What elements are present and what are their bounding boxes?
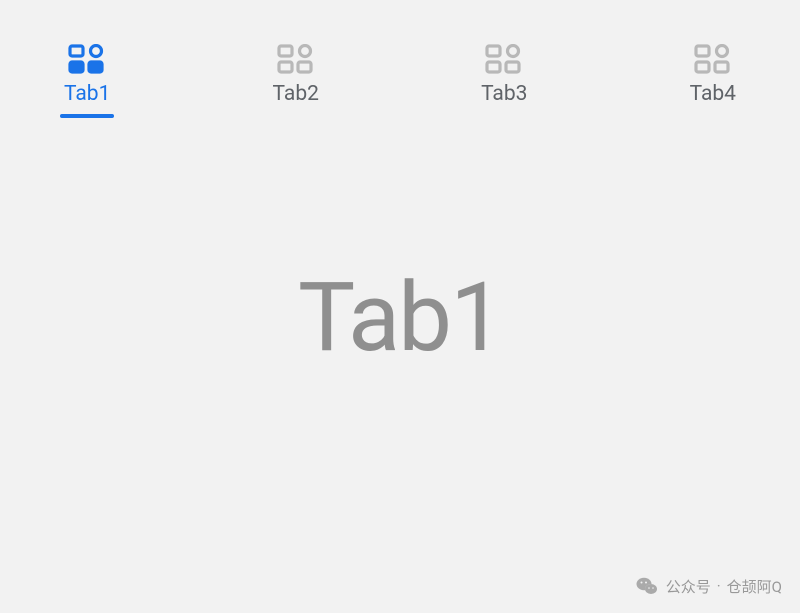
- tab-label: Tab1: [64, 82, 110, 106]
- tab-content-title: Tab1: [298, 262, 502, 374]
- grid-icon: [276, 42, 316, 76]
- grid-icon: [67, 42, 107, 76]
- grid-icon: [693, 42, 733, 76]
- tab-2[interactable]: Tab2: [273, 42, 319, 116]
- tab-1[interactable]: Tab1: [64, 42, 110, 116]
- watermark-name: 仓颉阿Q: [727, 576, 782, 597]
- tab-label: Tab3: [481, 82, 527, 106]
- tab-4[interactable]: Tab4: [690, 42, 736, 116]
- tab-3[interactable]: Tab3: [481, 42, 527, 116]
- tab-label: Tab2: [273, 82, 319, 106]
- tab-bar: Tab1 Tab2 Tab3: [0, 0, 800, 116]
- tab-label: Tab4: [690, 82, 736, 106]
- wechat-icon: [636, 575, 658, 597]
- watermark: 公众号 · 仓颉阿Q: [636, 575, 782, 597]
- watermark-prefix: 公众号: [666, 576, 711, 597]
- grid-icon: [484, 42, 524, 76]
- watermark-separator: ·: [717, 577, 721, 595]
